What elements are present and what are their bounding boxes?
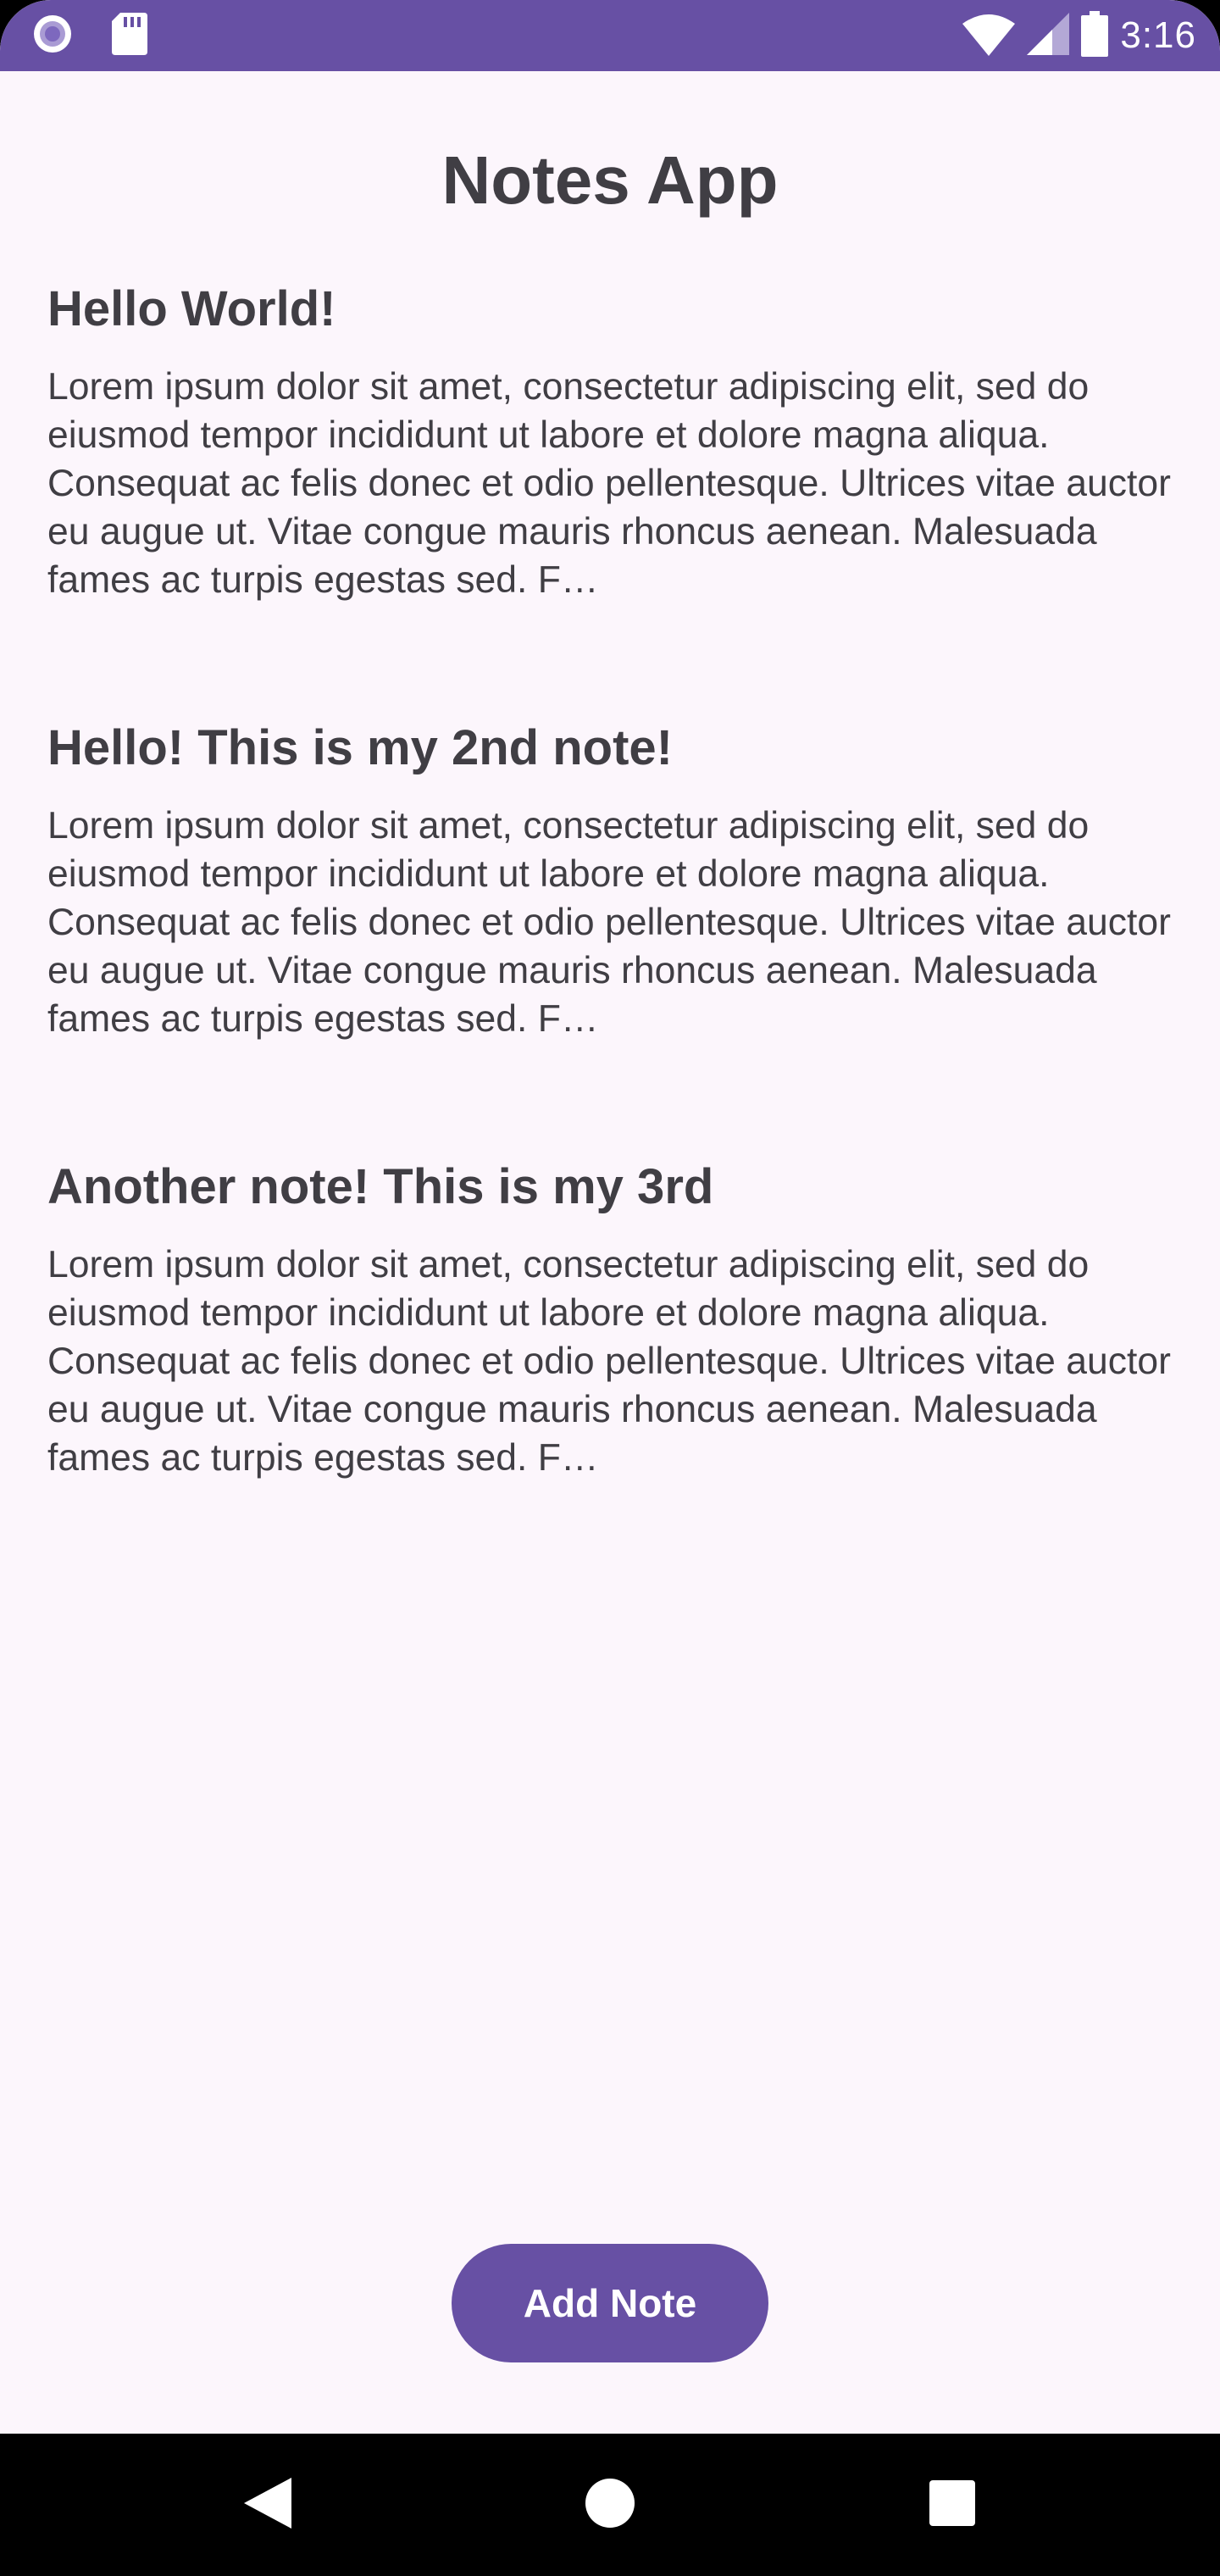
home-icon <box>585 2478 635 2533</box>
notes-list: Hello World! Lorem ipsum dolor sit amet,… <box>47 271 1174 1588</box>
note-title: Hello! This is my 2nd note! <box>47 720 673 775</box>
wifi-icon <box>962 12 1016 60</box>
battery-icon <box>1081 10 1109 61</box>
status-left-icons <box>30 12 147 60</box>
cell-signal-icon <box>1027 12 1070 59</box>
note-title: Another note! This is my 3rd <box>47 1159 714 1214</box>
note-body: Lorem ipsum dolor sit amet, consectetur … <box>47 1244 1171 1479</box>
note-title: Hello World! <box>47 281 336 336</box>
note-body: Lorem ipsum dolor sit amet, consectetur … <box>47 366 1171 601</box>
note-item[interactable]: Hello World! Lorem ipsum dolor sit amet,… <box>47 271 1174 710</box>
note-item[interactable]: Hello! This is my 2nd note! Lorem ipsum … <box>47 710 1174 1149</box>
status-bar: 3:16 <box>0 0 1220 71</box>
add-note-button[interactable]: Add Note <box>452 2244 768 2362</box>
notification-circle-icon <box>30 12 75 60</box>
recents-icon <box>929 2479 975 2530</box>
phone-screen: 3:16 Notes App Hello World! Lorem ipsum … <box>0 0 1220 2576</box>
navigation-bar <box>0 2434 1220 2576</box>
recents-button[interactable] <box>901 2454 1003 2556</box>
sd-card-icon <box>112 12 147 59</box>
app-surface: 3:16 Notes App Hello World! Lorem ipsum … <box>0 0 1220 2434</box>
back-icon <box>244 2477 291 2533</box>
status-right-icons: 3:16 <box>962 10 1196 61</box>
status-time: 3:16 <box>1120 14 1196 56</box>
page-title: Notes App <box>441 142 779 218</box>
note-body: Lorem ipsum dolor sit amet, consectetur … <box>47 805 1171 1040</box>
note-item[interactable]: Another note! This is my 3rd Lorem ipsum… <box>47 1149 1174 1588</box>
back-button[interactable] <box>217 2454 319 2556</box>
home-button[interactable] <box>559 2454 661 2556</box>
